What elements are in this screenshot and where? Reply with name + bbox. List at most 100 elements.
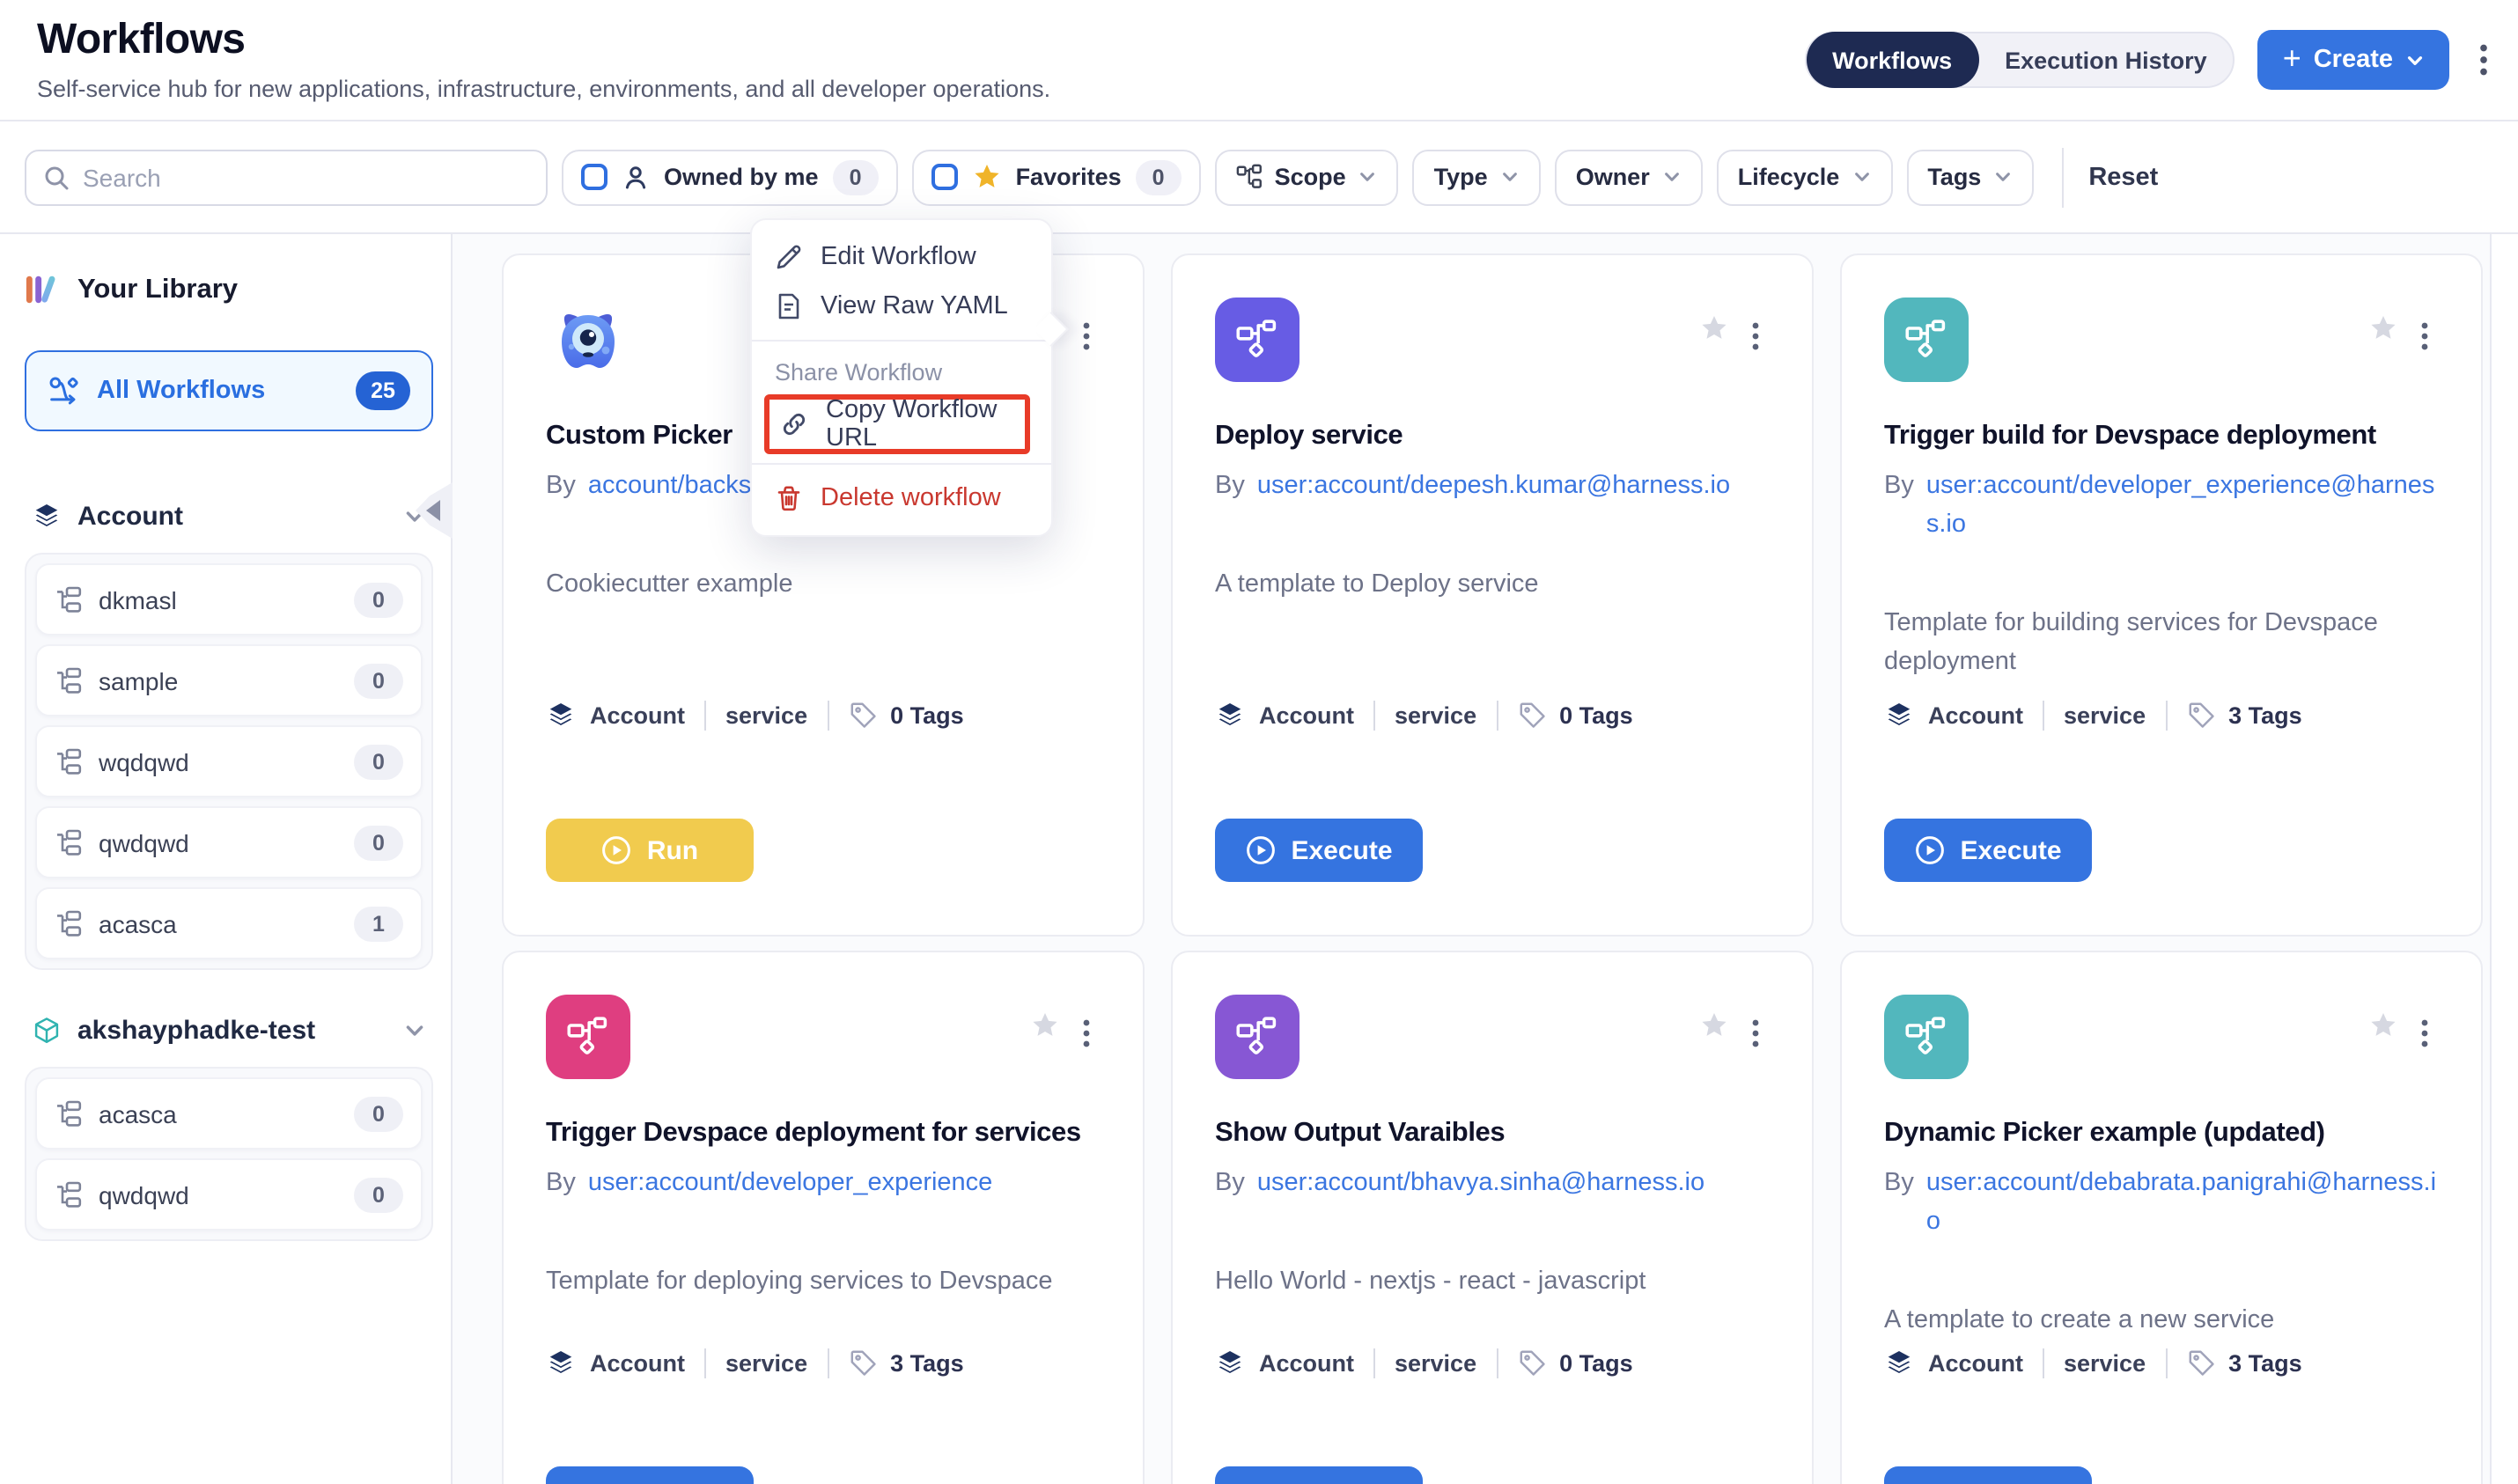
menu-item-copy-workflow-url[interactable]: Copy Workflow URL <box>769 400 1025 449</box>
sidebar-item-dkmasl[interactable]: dkmasl 0 <box>35 563 423 635</box>
divider <box>1496 701 1498 731</box>
favorite-star-icon[interactable] <box>1030 1010 1060 1040</box>
trash-icon <box>775 484 803 512</box>
menu-section-label: Share Workflow <box>752 350 1051 391</box>
tags-count: 3 Tags <box>890 1350 964 1377</box>
owned-by-me-filter[interactable]: Owned by me 0 <box>562 149 898 205</box>
sidebar-item-sample[interactable]: sample 0 <box>35 644 423 716</box>
owner-link[interactable]: user:account/deepesh.kumar@harness.io <box>1257 468 1730 507</box>
lifecycle-dropdown[interactable]: Lifecycle <box>1717 149 1893 205</box>
sidebar-section-account[interactable]: Account <box>25 502 433 532</box>
tags-count: 3 Tags <box>2228 702 2302 729</box>
card-menu-icon[interactable] <box>1078 319 1095 354</box>
card-description: A template to Deploy service <box>1215 565 1770 605</box>
tags-count: 0 Tags <box>890 702 964 729</box>
divider <box>827 701 828 731</box>
reset-filters-button[interactable]: Reset <box>2088 163 2158 191</box>
count-badge: 0 <box>354 825 403 860</box>
workflow-card-deploy-service[interactable]: Deploy service By user:account/deepesh.k… <box>1171 253 1814 937</box>
owned-count-badge: 0 <box>833 159 879 195</box>
filter-bar: Owned by me 0 Favorites 0 Scope Type Own… <box>0 121 2518 234</box>
execute-button[interactable]: Execute <box>1215 1466 1423 1484</box>
tag-icon <box>848 701 878 731</box>
tag-icon <box>848 1348 878 1378</box>
card-title: Trigger build for Devspace deployment <box>1884 421 2439 452</box>
tag-icon <box>1517 1348 1547 1378</box>
favorite-star-icon[interactable] <box>1699 313 1729 343</box>
favorite-star-icon[interactable] <box>2368 313 2398 343</box>
card-menu-icon[interactable] <box>2416 319 2433 354</box>
checkbox-icon[interactable] <box>931 164 958 190</box>
card-byline: By user:account/debabrata.panigrahi@harn… <box>1884 1165 2439 1242</box>
create-button[interactable]: + Create <box>2258 30 2449 90</box>
workflow-tree-icon <box>55 828 83 856</box>
menu-item-view-raw-yaml[interactable]: View Raw YAML <box>752 282 1051 331</box>
sidebar-item-acasca[interactable]: acasca 1 <box>35 887 423 959</box>
run-button[interactable]: Run <box>546 819 754 882</box>
workflow-tree-icon <box>55 585 83 613</box>
chevron-down-icon <box>1662 167 1682 187</box>
menu-item-edit-workflow[interactable]: Edit Workflow <box>752 232 1051 282</box>
card-menu-icon[interactable] <box>2416 1016 2433 1051</box>
favorite-star-icon[interactable] <box>1699 1010 1729 1040</box>
chevron-down-icon <box>1500 167 1520 187</box>
search-box <box>25 149 548 205</box>
workflow-type-icon <box>1884 298 1969 382</box>
owner-link[interactable]: account/backs <box>588 468 751 507</box>
sidebar-item-qwdqwd-2[interactable]: qwdqwd 0 <box>35 1158 423 1231</box>
card-description: Template for building services for Devsp… <box>1884 603 2439 682</box>
divider <box>827 1348 828 1378</box>
workflow-tree-icon <box>55 747 83 775</box>
workflow-card-trigger-devspace[interactable]: Trigger Devspace deployment for services… <box>502 951 1145 1484</box>
workflow-card-trigger-build[interactable]: Trigger build for Devspace deployment By… <box>1840 253 2483 937</box>
sidebar-section-akshayphadke-test[interactable]: akshayphadke-test <box>25 1016 433 1046</box>
execute-button[interactable]: Execute <box>1215 819 1423 882</box>
count-badge: 0 <box>354 582 403 617</box>
tags-count: 0 Tags <box>1559 1350 1633 1377</box>
tab-execution-history[interactable]: Execution History <box>1978 32 2234 88</box>
workflow-card-show-output[interactable]: Show Output Varaibles By user:account/bh… <box>1171 951 1814 1484</box>
owner-link[interactable]: user:account/bhavya.sinha@harness.io <box>1257 1165 1704 1204</box>
tags-dropdown[interactable]: Tags <box>1906 149 2034 205</box>
sidebar-item-all-workflows[interactable]: All Workflows 25 <box>25 350 433 431</box>
divider <box>2165 1348 2167 1378</box>
owner-link[interactable]: user:account/developer_experience <box>588 1165 992 1204</box>
owner-dropdown[interactable]: Owner <box>1555 149 1703 205</box>
card-menu-icon[interactable] <box>1078 1016 1095 1051</box>
divider <box>1496 1348 1498 1378</box>
divider <box>704 1348 706 1378</box>
checkbox-icon[interactable] <box>581 164 607 190</box>
owner-link[interactable]: user:account/debabrata.panigrahi@harness… <box>1926 1165 2439 1242</box>
chevron-down-icon <box>2405 50 2425 70</box>
header-menu-icon[interactable] <box>2472 40 2495 79</box>
sidebar-item-acasca-2[interactable]: acasca 0 <box>35 1077 423 1150</box>
card-description: Cookiecutter example <box>546 565 1101 605</box>
scope-dropdown[interactable]: Scope <box>1215 149 1399 205</box>
type-dropdown[interactable]: Type <box>1413 149 1541 205</box>
workflow-tree-icon <box>55 1099 83 1128</box>
card-menu-icon[interactable] <box>1747 319 1764 354</box>
favorite-star-icon[interactable] <box>2368 1010 2398 1040</box>
sidebar-item-qwdqwd[interactable]: qwdqwd 0 <box>35 806 423 878</box>
execute-button[interactable]: Execute <box>1884 819 2092 882</box>
card-meta: Account service 3 Tags <box>1884 701 2446 731</box>
count-badge: 25 <box>356 371 410 410</box>
owner-link[interactable]: user:account/developer_experience@harnes… <box>1926 468 2439 545</box>
page-subtitle: Self-service hub for new applications, i… <box>37 76 1050 102</box>
tag-icon <box>2186 1348 2216 1378</box>
execute-button[interactable]: Execute <box>1884 1466 2092 1484</box>
search-input[interactable] <box>25 149 548 205</box>
workflow-tree-icon <box>55 1180 83 1209</box>
workflow-tree-icon <box>55 666 83 694</box>
execute-button[interactable]: Execute <box>546 1466 754 1484</box>
menu-item-delete-workflow[interactable]: Delete workflow <box>752 474 1051 523</box>
chevron-down-icon <box>1852 167 1871 187</box>
card-menu-icon[interactable] <box>1747 1016 1764 1051</box>
person-icon <box>622 163 650 191</box>
workflow-card-dynamic-picker[interactable]: Dynamic Picker example (updated) By user… <box>1840 951 2483 1484</box>
tab-workflows[interactable]: Workflows <box>1806 32 1978 88</box>
favorites-filter[interactable]: Favorites 0 <box>912 149 1201 205</box>
divider <box>2165 701 2167 731</box>
header-actions: Workflows Execution History + Create <box>1804 30 2495 90</box>
sidebar-item-wqdqwd[interactable]: wqdqwd 0 <box>35 725 423 797</box>
